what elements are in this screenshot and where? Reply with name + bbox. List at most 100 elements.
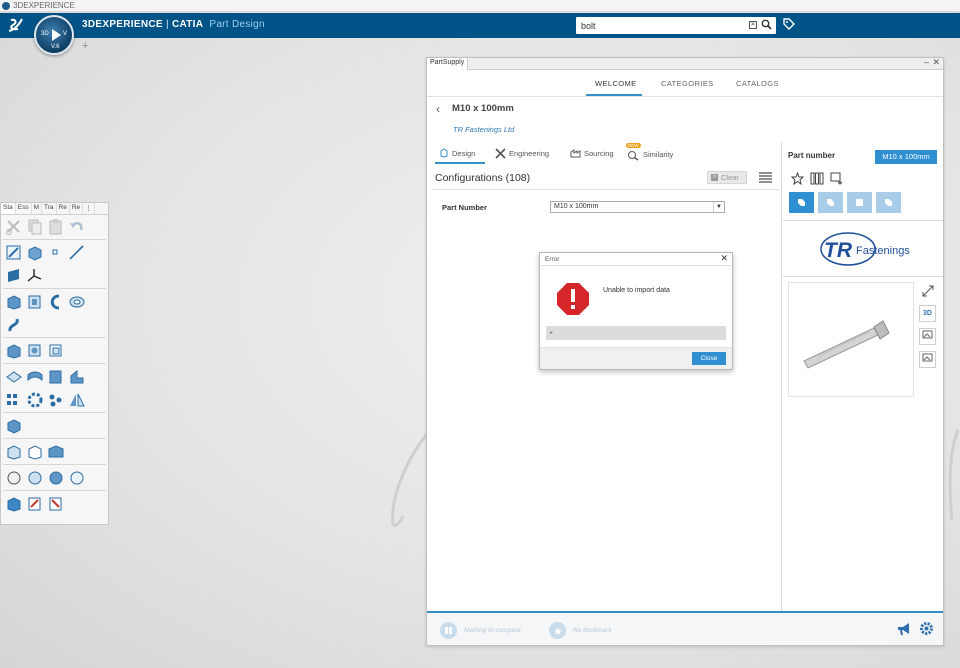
insert-copy-button[interactable] <box>847 192 872 213</box>
analysis-icon[interactable] <box>26 469 43 486</box>
paste-icon[interactable] <box>47 218 64 235</box>
3d-part-icon[interactable] <box>5 495 22 512</box>
measure-icon[interactable] <box>5 469 22 486</box>
list-view-icon[interactable] <box>759 171 772 184</box>
close-icon[interactable]: ✕ <box>932 57 940 68</box>
line-icon[interactable] <box>68 244 85 261</box>
similarity-icon: NEW <box>626 143 641 161</box>
circular-pattern-icon[interactable] <box>26 391 43 408</box>
close-surface-icon[interactable] <box>47 368 64 385</box>
thicken-icon[interactable] <box>26 368 43 385</box>
point-icon[interactable] <box>47 244 64 261</box>
sketch-icon[interactable] <box>5 244 22 261</box>
back-chevron-icon[interactable]: ‹ <box>436 102 440 116</box>
tab-welcome[interactable]: WELCOME <box>595 79 637 88</box>
copy-icon[interactable] <box>26 218 43 235</box>
pattern-icon[interactable] <box>5 391 22 408</box>
app-title: 3DEXPERIENCE | CATIA Part Design <box>82 19 265 30</box>
toolbar-tab[interactable]: M <box>32 203 43 214</box>
curvature-icon[interactable] <box>68 469 85 486</box>
sew-surface-icon[interactable] <box>68 368 85 385</box>
toolbar-tab[interactable]: Re <box>70 203 84 214</box>
image-view-button-2[interactable] <box>919 351 936 368</box>
add-tab-button[interactable]: + <box>82 40 88 52</box>
search-icon[interactable] <box>761 19 772 33</box>
split-icon[interactable] <box>5 368 22 385</box>
user-pattern-icon[interactable] <box>47 391 64 408</box>
add-body-icon[interactable] <box>5 443 22 460</box>
tab-engineering[interactable]: Engineering <box>495 148 549 159</box>
image-icon <box>922 330 933 339</box>
search-box[interactable]: ✕ <box>576 17 776 34</box>
tag-icon[interactable] <box>782 17 796 34</box>
clear-button[interactable]: ✕ Clear <box>707 171 747 184</box>
download-image-icon[interactable] <box>830 172 844 185</box>
toolbar-more[interactable]: ⋮ <box>83 203 95 214</box>
clear-x-icon: ✕ <box>711 174 718 181</box>
search-input[interactable] <box>576 17 736 34</box>
axis-system-icon[interactable] <box>26 267 43 284</box>
positioned-sketch-icon[interactable] <box>26 244 43 261</box>
tab-categories[interactable]: CATEGORIES <box>661 79 714 88</box>
body-icon[interactable] <box>5 417 22 434</box>
tab-catalogs[interactable]: CATALOGS <box>736 79 779 88</box>
chevron-down-icon[interactable]: ▼ <box>713 202 724 212</box>
insert-assembly-button[interactable] <box>818 192 843 213</box>
toolbar-tab[interactable]: Re <box>57 203 70 214</box>
compass-icon[interactable]: 3D V V.6 <box>34 15 74 55</box>
compare-status[interactable]: Nothing to compare <box>440 622 521 639</box>
clear-label: Clear <box>721 173 739 182</box>
part-number-select[interactable]: M10 x 100mm ▼ <box>550 201 725 213</box>
toolbar-tab[interactable]: Tra <box>42 203 57 214</box>
pane-divider <box>781 142 782 612</box>
intersect-body-icon[interactable] <box>47 443 64 460</box>
toolbar-tab[interactable]: Sta <box>1 203 16 214</box>
view-3d-button[interactable]: 3D <box>919 305 936 322</box>
rib-icon[interactable] <box>5 316 22 333</box>
cut-icon[interactable] <box>5 218 22 235</box>
plane-icon[interactable] <box>5 267 22 284</box>
toolbar-tab[interactable]: Ess <box>16 203 32 214</box>
error-details-toggle[interactable]: ▸ <box>546 326 726 340</box>
tab-design[interactable]: Design <box>439 148 475 158</box>
megaphone-icon[interactable] <box>897 622 912 636</box>
app-logo-icon <box>2 1 10 10</box>
partsupply-footer: Nothing to compare No bookmark <box>427 611 943 645</box>
remove-body-icon[interactable] <box>26 443 43 460</box>
expand-icon[interactable] <box>919 285 936 299</box>
star-icon[interactable] <box>791 172 804 185</box>
compare-icon[interactable] <box>810 172 824 185</box>
pad-icon[interactable] <box>5 293 22 310</box>
minimize-icon[interactable]: – <box>924 57 929 67</box>
vendor-link[interactable]: TR Fastenings Ltd <box>453 125 514 134</box>
close-icon[interactable]: ✕ <box>720 253 728 264</box>
part-preview[interactable] <box>788 282 914 397</box>
groove-icon[interactable] <box>68 293 85 310</box>
tab-similarity[interactable]: NEW Similarity <box>626 143 674 161</box>
nav-tabs: WELCOME CATEGORIES CATALOGS <box>427 71 943 97</box>
undo-icon[interactable] <box>68 218 85 235</box>
insert-variant-icon <box>885 199 892 206</box>
shell-icon[interactable] <box>47 342 64 359</box>
publish-icon[interactable] <box>26 495 43 512</box>
fillet-icon[interactable] <box>5 342 22 359</box>
chamfer-icon[interactable] <box>26 342 43 359</box>
reference-icon[interactable] <box>47 495 64 512</box>
ds-logo-icon[interactable] <box>6 16 26 38</box>
settings-gear-icon[interactable] <box>919 621 934 636</box>
mirror-icon[interactable] <box>68 391 85 408</box>
insert-variant-button[interactable] <box>876 192 901 213</box>
error-dialog: Error ✕ Unable to import data ▸ Close <box>539 252 733 370</box>
active-subtab-indicator <box>435 162 485 164</box>
insert-part-button[interactable] <box>789 192 814 213</box>
tab-sourcing[interactable]: Sourcing <box>570 148 614 158</box>
new-badge: NEW <box>626 143 641 148</box>
draft-analysis-icon[interactable] <box>47 469 64 486</box>
pocket-icon[interactable] <box>26 293 43 310</box>
image-view-button[interactable] <box>919 328 936 345</box>
tab-similarity-label: Similarity <box>643 149 674 159</box>
close-button[interactable]: Close <box>692 352 726 365</box>
bookmark-status[interactable]: No bookmark <box>549 622 612 639</box>
shaft-icon[interactable] <box>47 293 64 310</box>
clear-search-icon[interactable]: ✕ <box>749 21 757 29</box>
